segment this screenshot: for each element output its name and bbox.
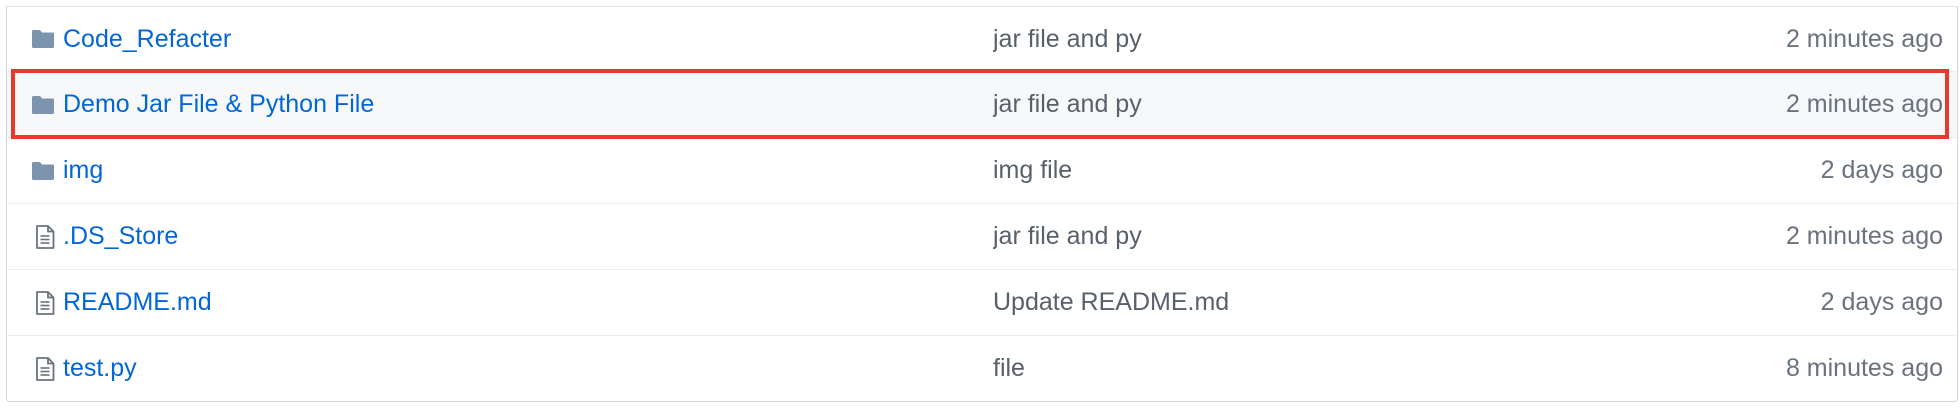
commit-message-link[interactable]: jar file and py [993, 25, 1142, 53]
commit-age: 2 days ago [1820, 156, 1943, 184]
file-row-readme[interactable]: README.md Update README.md 2 days ago [7, 269, 1957, 335]
file-icon [7, 290, 63, 315]
commit-age: 2 days ago [1820, 288, 1943, 316]
file-row-ds-store[interactable]: .DS_Store jar file and py 2 minutes ago [7, 203, 1957, 269]
commit-message-link[interactable]: file [993, 354, 1025, 382]
file-link[interactable]: Demo Jar File & Python File [63, 90, 374, 118]
file-row-code-refacter[interactable]: Code_Refacter jar file and py 2 minutes … [7, 7, 1957, 71]
folder-icon [7, 29, 63, 49]
commit-message-link[interactable]: Update README.md [993, 288, 1229, 316]
file-list-table: Code_Refacter jar file and py 2 minutes … [6, 6, 1958, 402]
file-icon [7, 224, 63, 249]
file-icon [7, 356, 63, 381]
file-link[interactable]: README.md [63, 288, 212, 316]
commit-age: 2 minutes ago [1785, 222, 1943, 250]
folder-icon [7, 161, 63, 181]
file-row-img[interactable]: img img file 2 days ago [7, 137, 1957, 203]
file-link[interactable]: test.py [63, 354, 137, 382]
file-link[interactable]: img [63, 156, 103, 184]
file-link[interactable]: .DS_Store [63, 222, 178, 250]
file-row-test-py[interactable]: test.py file 8 minutes ago [7, 335, 1957, 401]
commit-message-link[interactable]: jar file and py [993, 90, 1142, 118]
commit-age: 2 minutes ago [1785, 24, 1943, 53]
file-row-demo-jar-python[interactable]: Demo Jar File & Python File jar file and… [7, 71, 1957, 137]
folder-icon [7, 95, 63, 115]
commit-message-link[interactable]: img file [993, 156, 1072, 184]
commit-age: 8 minutes ago [1785, 354, 1943, 382]
file-link[interactable]: Code_Refacter [63, 25, 231, 53]
commit-message-link[interactable]: jar file and py [993, 222, 1142, 250]
commit-age: 2 minutes ago [1785, 90, 1943, 118]
